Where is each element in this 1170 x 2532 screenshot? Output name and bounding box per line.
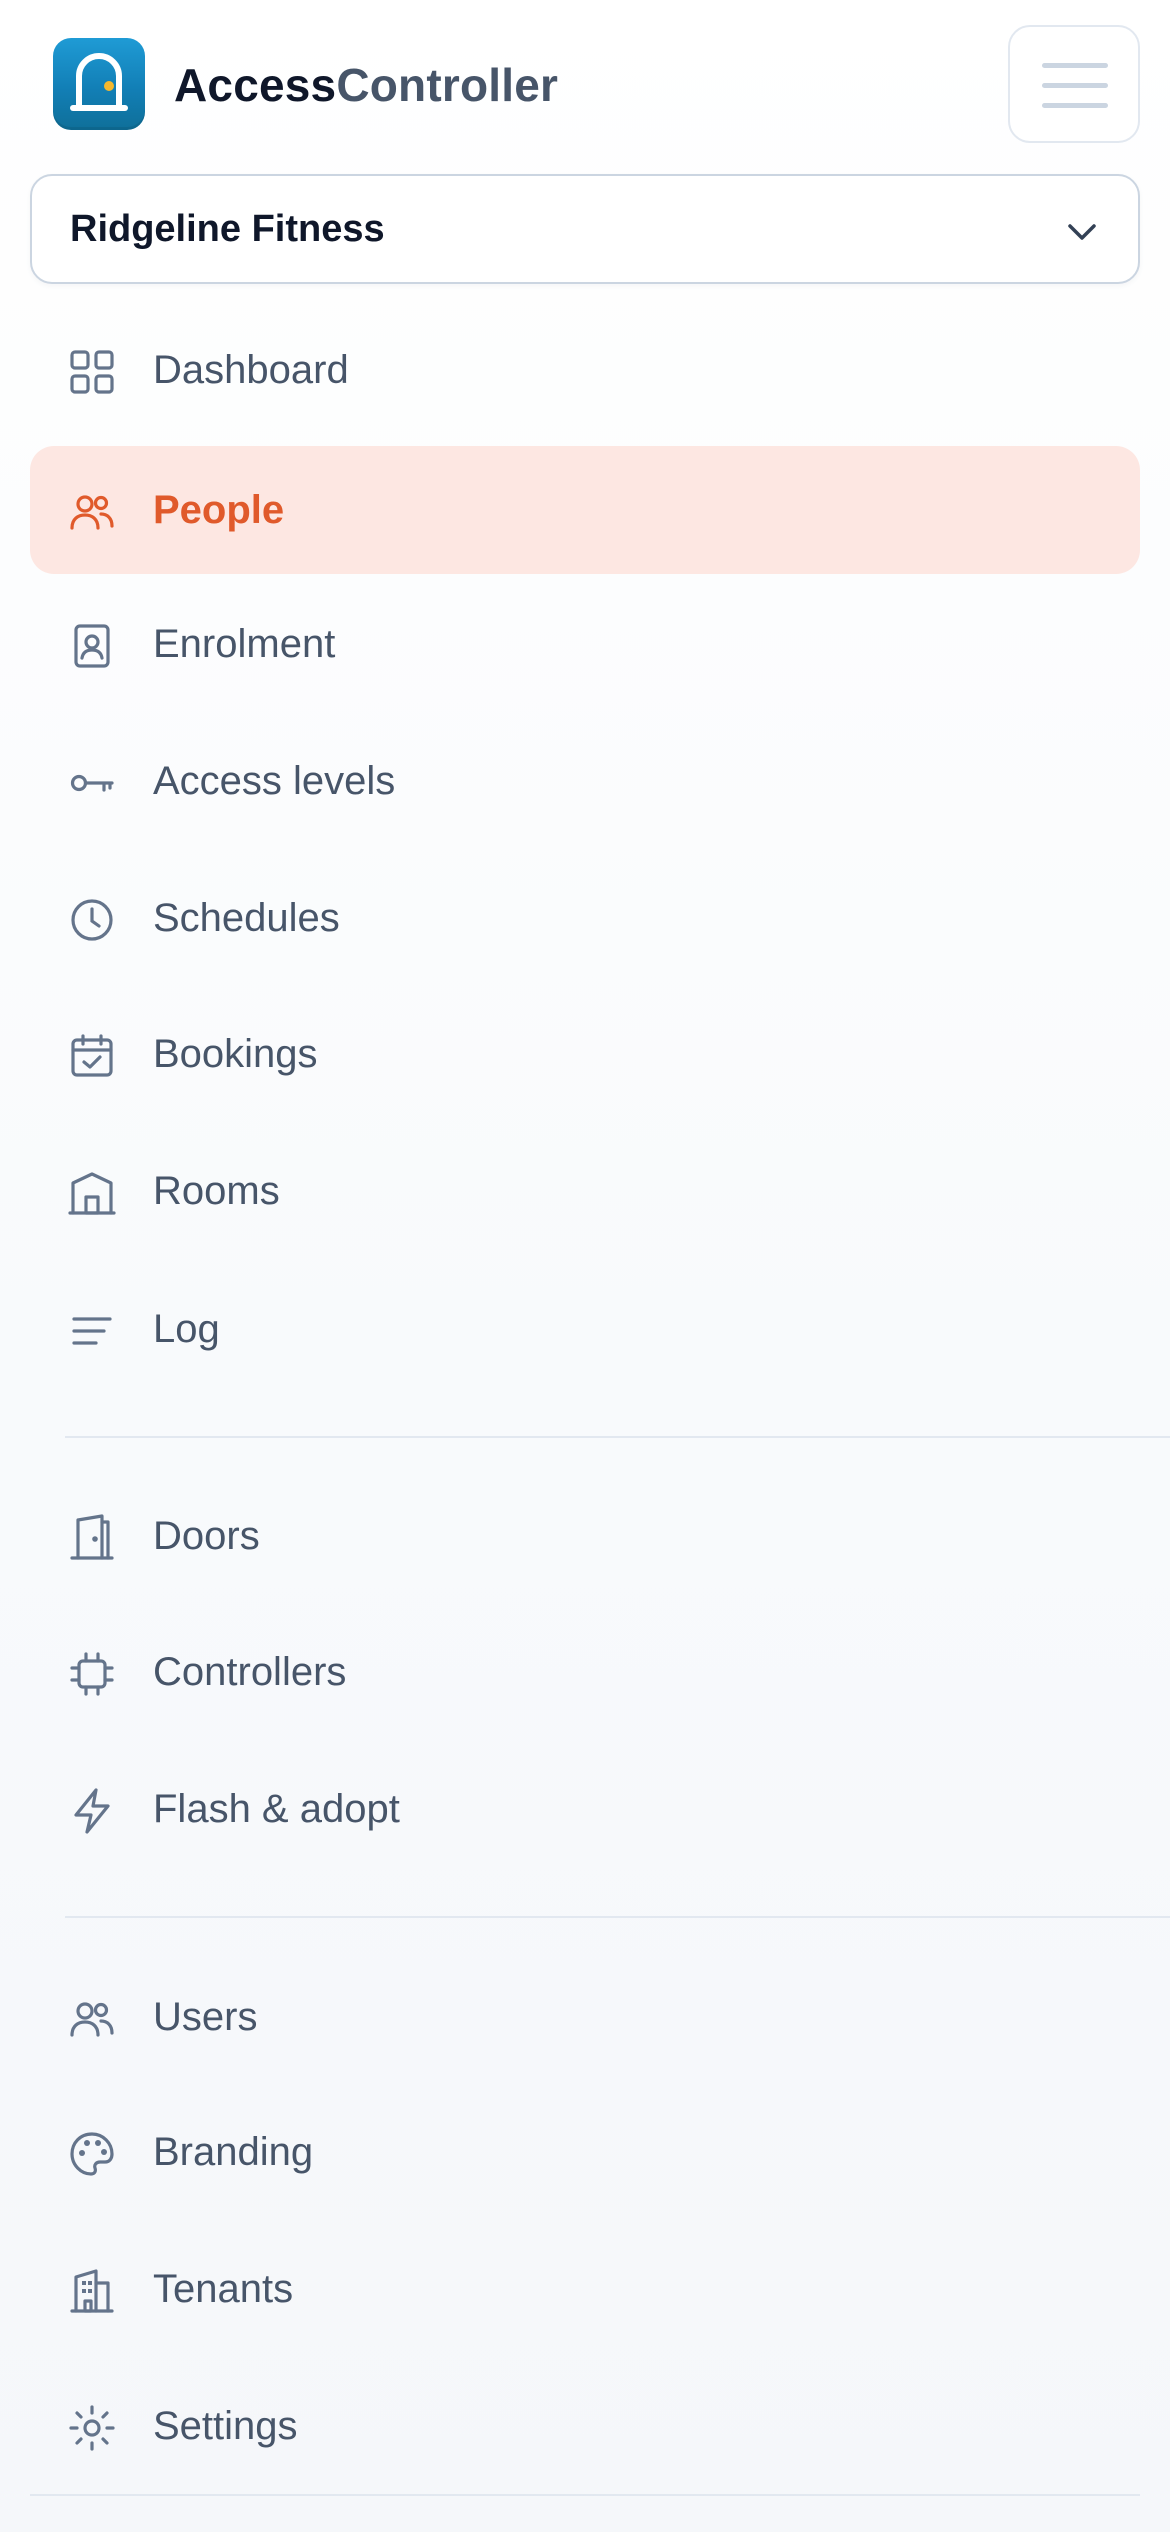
nav-item-label: Schedules xyxy=(153,896,340,940)
app-title-part2: Controller xyxy=(336,59,559,111)
hamburger-line xyxy=(1042,63,1108,68)
nav-item-label: Rooms xyxy=(153,1169,280,1213)
nav-item-label: Doors xyxy=(153,1514,260,1558)
nav-footer-divider xyxy=(30,2494,1140,2496)
nav-item-label: Log xyxy=(153,1307,220,1351)
nav-item-label: Flash & adopt xyxy=(153,1787,400,1831)
hamburger-line xyxy=(1042,83,1108,88)
nav-divider xyxy=(65,1436,1170,1438)
building-icon xyxy=(70,2269,114,2313)
nav-item-people[interactable]: People xyxy=(30,446,1140,574)
users-icon xyxy=(70,2002,114,2037)
nav-item-flash-adopt[interactable]: Flash & adopt xyxy=(30,1745,1140,1873)
nav-divider xyxy=(65,1916,1170,1918)
nav-item-settings[interactable]: Settings xyxy=(30,2362,1140,2490)
nav-item-users[interactable]: Users xyxy=(30,1953,1140,2081)
nav-item-label: Controllers xyxy=(153,1650,347,1694)
nav-item-dashboard[interactable]: Dashboard xyxy=(30,306,1140,434)
hamburger-menu-button[interactable] xyxy=(1008,25,1140,143)
app-logo[interactable] xyxy=(53,38,145,130)
nav-item-label: Branding xyxy=(153,2130,314,2174)
app-title-part1: Access xyxy=(174,59,337,111)
nav-item-controllers[interactable]: Controllers xyxy=(30,1608,1140,1736)
palette-icon xyxy=(70,2132,114,2176)
door-icon xyxy=(70,1514,114,1560)
nav-item-label: Enrolment xyxy=(153,622,336,666)
app-title: AccessController xyxy=(174,53,558,117)
room-icon xyxy=(68,1172,116,1215)
nav-item-access-levels[interactable]: Access levels xyxy=(30,717,1140,845)
key-icon xyxy=(70,774,114,792)
nav-item-label: Dashboard xyxy=(153,348,349,392)
nav-item-label: People xyxy=(153,488,285,532)
nav-item-enrolment[interactable]: Enrolment xyxy=(30,580,1140,708)
nav-item-label: Bookings xyxy=(153,1032,318,1076)
nav-item-label: Tenants xyxy=(153,2267,294,2311)
grid-icon xyxy=(70,350,114,394)
nav-item-label: Settings xyxy=(153,2404,298,2448)
lightning-icon xyxy=(74,1788,110,1834)
calendar-check-icon xyxy=(71,1034,113,1077)
nav-item-branding[interactable]: Branding xyxy=(30,2088,1140,2216)
clock-icon xyxy=(71,899,113,941)
nav-item-log[interactable]: Log xyxy=(30,1265,1140,1393)
users-icon xyxy=(70,495,114,530)
app-header: AccessController xyxy=(0,0,1170,170)
nav-item-doors[interactable]: Doors xyxy=(30,1472,1140,1600)
nav-item-bookings[interactable]: Bookings xyxy=(30,990,1140,1118)
tenant-select[interactable]: Ridgeline Fitness xyxy=(30,174,1140,284)
hamburger-line xyxy=(1042,103,1108,108)
nav-item-tenants[interactable]: Tenants xyxy=(30,2225,1140,2353)
nav-item-schedules[interactable]: Schedules xyxy=(30,854,1140,982)
list-icon xyxy=(72,1317,112,1345)
chip-icon xyxy=(70,1652,114,1696)
nav-item-rooms[interactable]: Rooms xyxy=(30,1127,1140,1255)
tenant-select-value: Ridgeline Fitness xyxy=(70,208,385,250)
chevron-down-icon xyxy=(1068,224,1096,240)
id-badge-icon xyxy=(74,624,110,668)
sun-gear-icon xyxy=(69,2405,115,2451)
nav-item-label: Users xyxy=(153,1995,258,2039)
nav-item-label: Access levels xyxy=(153,759,396,803)
door-logo-icon xyxy=(70,53,128,111)
